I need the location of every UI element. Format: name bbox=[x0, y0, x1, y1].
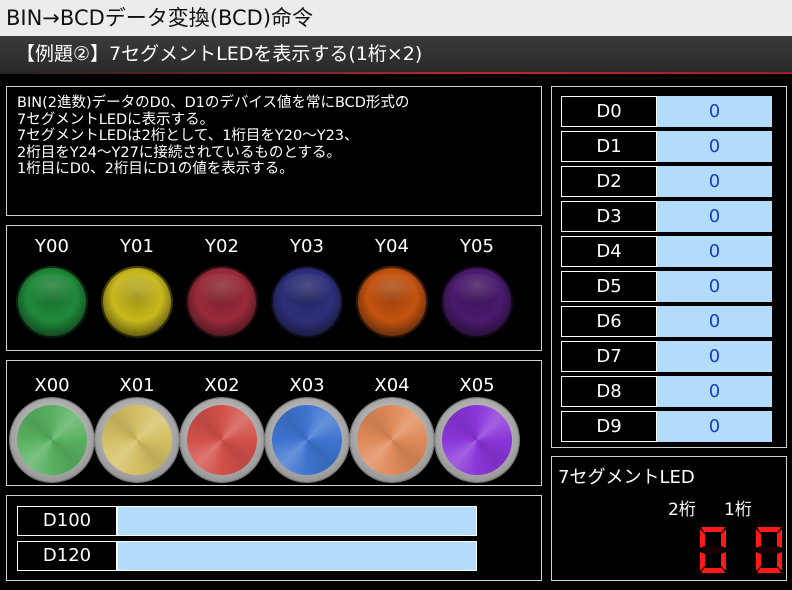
device-value: 0 bbox=[657, 131, 772, 162]
device-value: 0 bbox=[657, 96, 772, 127]
device-value: 0 bbox=[657, 201, 772, 232]
segment-a bbox=[757, 527, 781, 532]
switch-face bbox=[357, 405, 427, 475]
device-row-d2: D2 0 bbox=[561, 166, 772, 197]
device-row-d4: D4 0 bbox=[561, 236, 772, 267]
input-switches-panel: X00 X01 X02 X03 X04 X05 bbox=[6, 360, 542, 486]
register-value-field[interactable] bbox=[117, 506, 477, 536]
switch-x00-button[interactable] bbox=[10, 398, 94, 482]
seven-segment-digit-1 bbox=[756, 527, 782, 573]
output-lamps-panel: Y00 Y01 Y02 Y03 Y04 Y05 bbox=[6, 225, 542, 351]
device-name: D1 bbox=[561, 131, 657, 162]
device-value: 0 bbox=[657, 236, 772, 267]
device-value: 0 bbox=[657, 376, 772, 407]
segment-d bbox=[701, 568, 725, 573]
device-row-d9: D9 0 bbox=[561, 411, 772, 442]
switch-face bbox=[442, 405, 512, 475]
device-row-d7: D7 0 bbox=[561, 341, 772, 372]
device-name: D9 bbox=[561, 411, 657, 442]
device-value: 0 bbox=[657, 271, 772, 302]
switch-x03-button[interactable] bbox=[265, 398, 349, 482]
device-name: D5 bbox=[561, 271, 657, 302]
switch-x02-button[interactable] bbox=[180, 398, 264, 482]
switch-face bbox=[187, 405, 257, 475]
device-row-d5: D5 0 bbox=[561, 271, 772, 302]
device-row-d1: D1 0 bbox=[561, 131, 772, 162]
register-value-field[interactable] bbox=[117, 541, 477, 571]
device-name: D6 bbox=[561, 306, 657, 337]
device-name: D2 bbox=[561, 166, 657, 197]
device-value: 0 bbox=[657, 306, 772, 337]
device-row-d3: D3 0 bbox=[561, 201, 772, 232]
lamp-label-y05: Y05 bbox=[460, 236, 494, 257]
device-name: D8 bbox=[561, 376, 657, 407]
device-monitor-panel: D0 0 D1 0 D2 0 D3 0 D4 0 D5 0 D6 0 D7 0 D8 0 D9 0 bbox=[551, 86, 787, 448]
digit1-label: 1桁 bbox=[724, 500, 752, 520]
device-row-d6: D6 0 bbox=[561, 306, 772, 337]
register-panel: D100 D120 bbox=[6, 495, 542, 581]
device-name: D0 bbox=[561, 96, 657, 127]
device-value: 0 bbox=[657, 166, 772, 197]
register-name: D120 bbox=[17, 541, 117, 571]
device-row-d0: D0 0 bbox=[561, 96, 772, 127]
lamp-label-y01: Y01 bbox=[120, 236, 154, 257]
device-row-d8: D8 0 bbox=[561, 376, 772, 407]
lamp-y04 bbox=[356, 266, 428, 338]
window-title: BIN→BCDデータ変換(BCD)命令 bbox=[0, 0, 792, 36]
switch-label-x02: X02 bbox=[204, 375, 240, 396]
switch-label-x05: X05 bbox=[459, 375, 495, 396]
register-name: D100 bbox=[17, 506, 117, 536]
description-panel: BIN(2進数)データのD0、D1のデバイス値を常にBCD形式の 7セグメントL… bbox=[6, 86, 542, 216]
switch-face bbox=[17, 405, 87, 475]
device-name: D3 bbox=[561, 201, 657, 232]
switch-x01-button[interactable] bbox=[95, 398, 179, 482]
switch-face bbox=[102, 405, 172, 475]
switch-label-x03: X03 bbox=[289, 375, 325, 396]
lamp-label-y03: Y03 bbox=[290, 236, 324, 257]
segment-a bbox=[701, 527, 725, 532]
switch-label-x00: X00 bbox=[34, 375, 70, 396]
switch-x05-button[interactable] bbox=[435, 398, 519, 482]
segment-g bbox=[758, 547, 780, 553]
device-name: D7 bbox=[561, 341, 657, 372]
digit2-label: 2桁 bbox=[668, 500, 696, 520]
example-title: 【例題②】7セグメントLEDを表示する(1桁×2) bbox=[0, 36, 792, 72]
segment-d bbox=[757, 568, 781, 573]
lamp-label-y02: Y02 bbox=[205, 236, 239, 257]
switch-x04-button[interactable] bbox=[350, 398, 434, 482]
lamp-y01 bbox=[101, 266, 173, 338]
lamp-label-y04: Y04 bbox=[375, 236, 409, 257]
device-name: D4 bbox=[561, 236, 657, 267]
seven-segment-digit-2 bbox=[700, 527, 726, 573]
switch-label-x01: X01 bbox=[119, 375, 155, 396]
lamp-y05 bbox=[441, 266, 513, 338]
device-value: 0 bbox=[657, 341, 772, 372]
lamp-y03 bbox=[271, 266, 343, 338]
title-divider bbox=[0, 72, 792, 74]
seven-segment-panel: 7セグメントLED 2桁 1桁 bbox=[551, 456, 787, 581]
switch-label-x04: X04 bbox=[374, 375, 410, 396]
device-value: 0 bbox=[657, 411, 772, 442]
lamp-y02 bbox=[186, 266, 258, 338]
switch-face bbox=[272, 405, 342, 475]
seven-segment-title: 7セグメントLED bbox=[558, 467, 695, 488]
lamp-label-y00: Y00 bbox=[35, 236, 69, 257]
segment-g bbox=[702, 547, 724, 553]
lamp-y00 bbox=[16, 266, 88, 338]
